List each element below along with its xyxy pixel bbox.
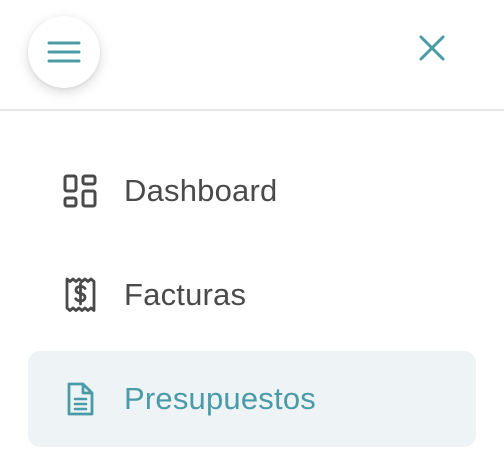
nav-item-presupuestos[interactable]: Presupuestos <box>28 351 476 447</box>
mobile-nav-drawer: Dashboard Facturas Presupuestos <box>0 0 504 468</box>
document-icon <box>62 381 98 417</box>
nav-item-dashboard[interactable]: Dashboard <box>28 143 476 239</box>
nav-item-label: Presupuestos <box>124 381 316 416</box>
drawer-header <box>0 0 504 111</box>
receipt-dollar-icon <box>62 277 98 313</box>
close-icon <box>419 35 445 61</box>
nav-item-label: Dashboard <box>124 173 278 208</box>
menu-toggle-button[interactable] <box>28 16 100 88</box>
dashboard-grid-icon <box>62 173 98 209</box>
nav-item-facturas[interactable]: Facturas <box>28 247 476 343</box>
hamburger-menu-icon <box>47 41 81 63</box>
nav-item-label: Facturas <box>124 277 247 312</box>
close-button[interactable] <box>410 26 454 70</box>
